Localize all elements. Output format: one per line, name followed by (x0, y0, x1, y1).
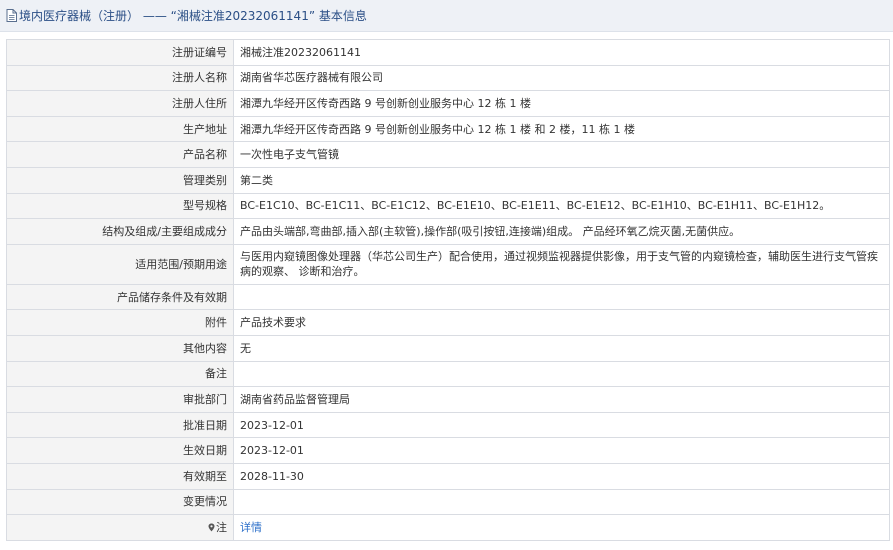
field-value: 湘械注准20232061141 (233, 39, 890, 66)
field-label: 其他内容 (6, 334, 234, 362)
note-value-cell: 详情 (233, 514, 890, 541)
table-row: 注册人住所 湘潭九华经开区传奇西路 9 号创新创业服务中心 12 栋 1 楼 (6, 90, 890, 117)
field-label: 型号规格 (6, 192, 234, 220)
page-title: 境内医疗器械（注册） —— “湘械注准20232061141” 基本信息 (19, 9, 367, 23)
field-value: 2028-11-30 (233, 462, 890, 490)
table-row: 批准日期 2023-12-01 (6, 411, 890, 439)
field-label: 注册人住所 (6, 90, 234, 117)
note-label-cell: 注 (6, 514, 234, 541)
table-row: 生效日期 2023-12-01 (6, 437, 890, 464)
field-label: 结构及组成/主要组成成分 (6, 218, 234, 245)
field-label: 生产地址 (6, 115, 234, 143)
field-value (233, 283, 890, 311)
table-row: 注册人名称 湖南省华芯医疗器械有限公司 (6, 64, 890, 92)
table-row: 变更情况 (6, 488, 890, 516)
field-label: 生效日期 (6, 437, 234, 464)
field-label: 变更情况 (6, 488, 234, 516)
field-value: 2023-12-01 (233, 437, 890, 464)
table-row: 型号规格 BC-E1C10、BC-E1C11、BC-E1C12、BC-E1E10… (6, 192, 890, 220)
field-label: 注册证编号 (6, 39, 234, 66)
field-value: 与医用内窥镜图像处理器（华芯公司生产）配合使用，通过视频监视器提供影像，用于支气… (233, 243, 890, 285)
table-row: 其他内容 无 (6, 334, 890, 362)
field-label: 有效期至 (6, 462, 234, 490)
field-value: 湘潭九华经开区传奇西路 9 号创新创业服务中心 12 栋 1 楼 和 2 楼，1… (233, 115, 890, 143)
detail-table: 注册证编号 湘械注准20232061141 注册人名称 湖南省华芯医疗器械有限公… (6, 39, 890, 541)
table-row: 注 详情 (6, 514, 890, 541)
field-value: 2023-12-01 (233, 411, 890, 439)
note-label: 注 (216, 520, 227, 534)
table-row: 审批部门 湖南省药品监督管理局 (6, 386, 890, 413)
field-label: 审批部门 (6, 386, 234, 413)
field-label: 适用范围/预期用途 (6, 243, 234, 285)
pin-icon (208, 523, 215, 532)
field-value (233, 488, 890, 516)
field-label: 注册人名称 (6, 64, 234, 92)
page-title-bar: 境内医疗器械（注册） —— “湘械注准20232061141” 基本信息 (0, 0, 893, 32)
field-value: 湖南省华芯医疗器械有限公司 (233, 64, 890, 92)
document-icon (6, 9, 17, 22)
field-value: BC-E1C10、BC-E1C11、BC-E1C12、BC-E1E10、BC-E… (233, 192, 890, 220)
table-row: 产品储存条件及有效期 (6, 283, 890, 311)
table-row: 生产地址 湘潭九华经开区传奇西路 9 号创新创业服务中心 12 栋 1 楼 和 … (6, 115, 890, 143)
table-row: 管理类别 第二类 (6, 166, 890, 194)
table-row: 附件 产品技术要求 (6, 309, 890, 336)
field-value: 产品技术要求 (233, 309, 890, 336)
field-value: 第二类 (233, 166, 890, 194)
field-label: 产品储存条件及有效期 (6, 283, 234, 311)
field-label: 批准日期 (6, 411, 234, 439)
field-label: 备注 (6, 360, 234, 388)
field-value (233, 360, 890, 388)
field-value: 湖南省药品监督管理局 (233, 386, 890, 413)
field-label: 管理类别 (6, 166, 234, 194)
field-value: 一次性电子支气管镜 (233, 141, 890, 168)
table-row: 产品名称 一次性电子支气管镜 (6, 141, 890, 168)
field-label: 附件 (6, 309, 234, 336)
details-link[interactable]: 详情 (240, 521, 262, 534)
field-value: 无 (233, 334, 890, 362)
table-row: 结构及组成/主要组成成分 产品由头端部,弯曲部,插入部(主软管),操作部(吸引按… (6, 218, 890, 245)
field-value: 湘潭九华经开区传奇西路 9 号创新创业服务中心 12 栋 1 楼 (233, 90, 890, 117)
table-row: 备注 (6, 360, 890, 388)
field-value: 产品由头端部,弯曲部,插入部(主软管),操作部(吸引按钮,连接端)组成。 产品经… (233, 218, 890, 245)
field-label: 产品名称 (6, 141, 234, 168)
table-row: 适用范围/预期用途 与医用内窥镜图像处理器（华芯公司生产）配合使用，通过视频监视… (6, 243, 890, 285)
table-row: 有效期至 2028-11-30 (6, 462, 890, 490)
table-row: 注册证编号 湘械注准20232061141 (6, 39, 890, 66)
